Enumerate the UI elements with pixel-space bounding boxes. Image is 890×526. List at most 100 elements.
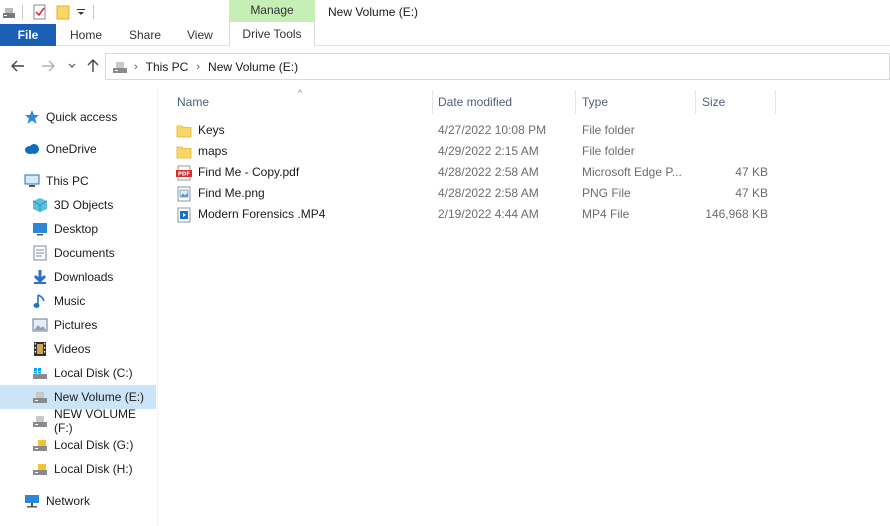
up-arrow-icon [87, 59, 99, 72]
desktop-icon [32, 221, 48, 237]
file-type: File folder [582, 123, 635, 137]
tab-view[interactable]: View [187, 24, 213, 46]
file-name: Find Me.png [198, 186, 265, 200]
sidebar-item-downloads[interactable]: Downloads [0, 265, 156, 289]
sidebar-item-videos[interactable]: Videos [0, 337, 156, 361]
file-type: PNG File [582, 186, 631, 200]
file-type: Microsoft Edge P... [582, 165, 682, 179]
forward-arrow-icon [42, 60, 55, 72]
file-size: 146,968 KB [705, 207, 768, 221]
image-file-icon [176, 186, 192, 202]
toolbar-divider [22, 5, 23, 19]
address-bar[interactable]: › This PC › New Volume (E:) [105, 53, 890, 80]
download-icon [32, 269, 48, 285]
file-date: 2/19/2022 4:44 AM [438, 207, 539, 221]
sidebar-item-local-disk-g[interactable]: Local Disk (G:) [0, 433, 156, 457]
drive-icon [32, 413, 48, 429]
navigation-pane: Quick access OneDrive This PC 3D Objects… [0, 88, 158, 526]
sidebar-item-local-disk-c[interactable]: Local Disk (C:) [0, 361, 156, 385]
tab-file[interactable]: File [0, 24, 56, 46]
file-name: Modern Forensics .MP4 [198, 207, 326, 221]
title-bar: Manage New Volume (E:) [0, 0, 890, 24]
properties-icon[interactable] [2, 3, 16, 21]
drive-icon [112, 59, 128, 75]
folder-icon [176, 144, 192, 160]
file-size [696, 120, 768, 141]
customize-toolbar-icon[interactable] [76, 3, 86, 21]
column-header-type[interactable]: Type [582, 88, 694, 116]
new-folder-icon[interactable] [56, 3, 70, 21]
file-date: 4/28/2022 2:58 AM [438, 186, 539, 200]
picture-icon [32, 317, 48, 333]
sidebar-item-desktop[interactable]: Desktop [0, 217, 156, 241]
checklist-icon[interactable] [32, 3, 48, 21]
back-button[interactable] [10, 58, 26, 74]
document-icon [32, 245, 48, 261]
file-date: 4/28/2022 2:58 AM [438, 165, 539, 179]
recent-locations-button[interactable] [64, 58, 80, 74]
file-type: MP4 File [582, 207, 630, 221]
cloud-icon [24, 141, 40, 157]
column-header-name[interactable]: Name [177, 88, 427, 116]
file-date: 4/27/2022 10:08 PM [438, 123, 547, 137]
file-list: ^ Name Date modified Type Size Keys 4/27… [160, 88, 890, 526]
locked-drive-icon [32, 437, 48, 453]
ribbon-tabs: File Home Share View Drive Tools [0, 22, 890, 46]
chevron-down-icon [68, 63, 76, 68]
file-size [696, 141, 768, 162]
file-size: 47 KB [735, 186, 768, 200]
toolbar-divider [93, 5, 94, 19]
up-button[interactable] [85, 58, 101, 74]
file-size: 47 KB [735, 165, 768, 179]
sidebar-item-onedrive[interactable]: OneDrive [0, 137, 156, 161]
column-divider[interactable] [695, 90, 696, 114]
sidebar-item-this-pc[interactable]: This PC [0, 169, 156, 193]
locked-drive-icon [32, 461, 48, 477]
column-header-date[interactable]: Date modified [438, 88, 574, 116]
svg-text:PDF: PDF [178, 171, 191, 177]
file-name: Find Me - Copy.pdf [198, 165, 300, 179]
computer-icon [24, 173, 40, 189]
folder-icon [176, 123, 192, 139]
file-row-keys[interactable]: Keys 4/27/2022 10:08 PM File folder [176, 120, 776, 141]
column-divider[interactable] [775, 90, 776, 114]
column-header-size[interactable]: Size [702, 88, 774, 116]
tab-manage[interactable]: Manage [229, 0, 315, 22]
file-date: 4/29/2022 2:15 AM [438, 144, 539, 158]
breadcrumb-this-pc[interactable]: This PC [146, 60, 189, 74]
file-name: Keys [198, 123, 225, 137]
drive-icon [32, 389, 48, 405]
column-divider[interactable] [432, 90, 433, 114]
file-row-modern-forensics-mp4[interactable]: Modern Forensics .MP4 2/19/2022 4:44 AM … [176, 204, 776, 225]
pdf-icon: PDF [176, 165, 192, 181]
star-icon [24, 109, 40, 125]
sidebar-item-music[interactable]: Music [0, 289, 156, 313]
file-row-maps[interactable]: maps 4/29/2022 2:15 AM File folder [176, 141, 776, 162]
sidebar-item-3d-objects[interactable]: 3D Objects [0, 193, 156, 217]
file-type: File folder [582, 144, 635, 158]
tab-drive-tools[interactable]: Drive Tools [229, 22, 315, 46]
breadcrumb-current[interactable]: New Volume (E:) [208, 60, 298, 74]
music-icon [32, 293, 48, 309]
network-icon [24, 493, 40, 509]
sidebar-item-network[interactable]: Network [0, 489, 156, 513]
cube-icon [32, 197, 48, 213]
file-row-find-me-copy-pdf[interactable]: PDF Find Me - Copy.pdf 4/28/2022 2:58 AM… [176, 162, 776, 183]
tab-home[interactable]: Home [70, 24, 102, 46]
file-name: maps [198, 144, 228, 158]
sidebar-item-new-volume-f[interactable]: NEW VOLUME (F:) [0, 407, 156, 435]
sidebar-item-quick-access[interactable]: Quick access [0, 105, 156, 129]
breadcrumb-separator: › [134, 60, 138, 73]
file-row-find-me-png[interactable]: Find Me.png 4/28/2022 2:58 AM PNG File 4… [176, 183, 776, 204]
back-arrow-icon [11, 60, 24, 72]
video-icon [32, 341, 48, 357]
navigation-bar: › This PC › New Volume (E:) [0, 46, 890, 88]
sidebar-item-local-disk-h[interactable]: Local Disk (H:) [0, 457, 156, 481]
tab-share[interactable]: Share [129, 24, 161, 46]
column-divider[interactable] [575, 90, 576, 114]
sidebar-item-documents[interactable]: Documents [0, 241, 156, 265]
system-drive-icon [32, 365, 48, 381]
sidebar-item-new-volume-e[interactable]: New Volume (E:) [0, 385, 156, 409]
forward-button[interactable] [40, 58, 56, 74]
sidebar-item-pictures[interactable]: Pictures [0, 313, 156, 337]
